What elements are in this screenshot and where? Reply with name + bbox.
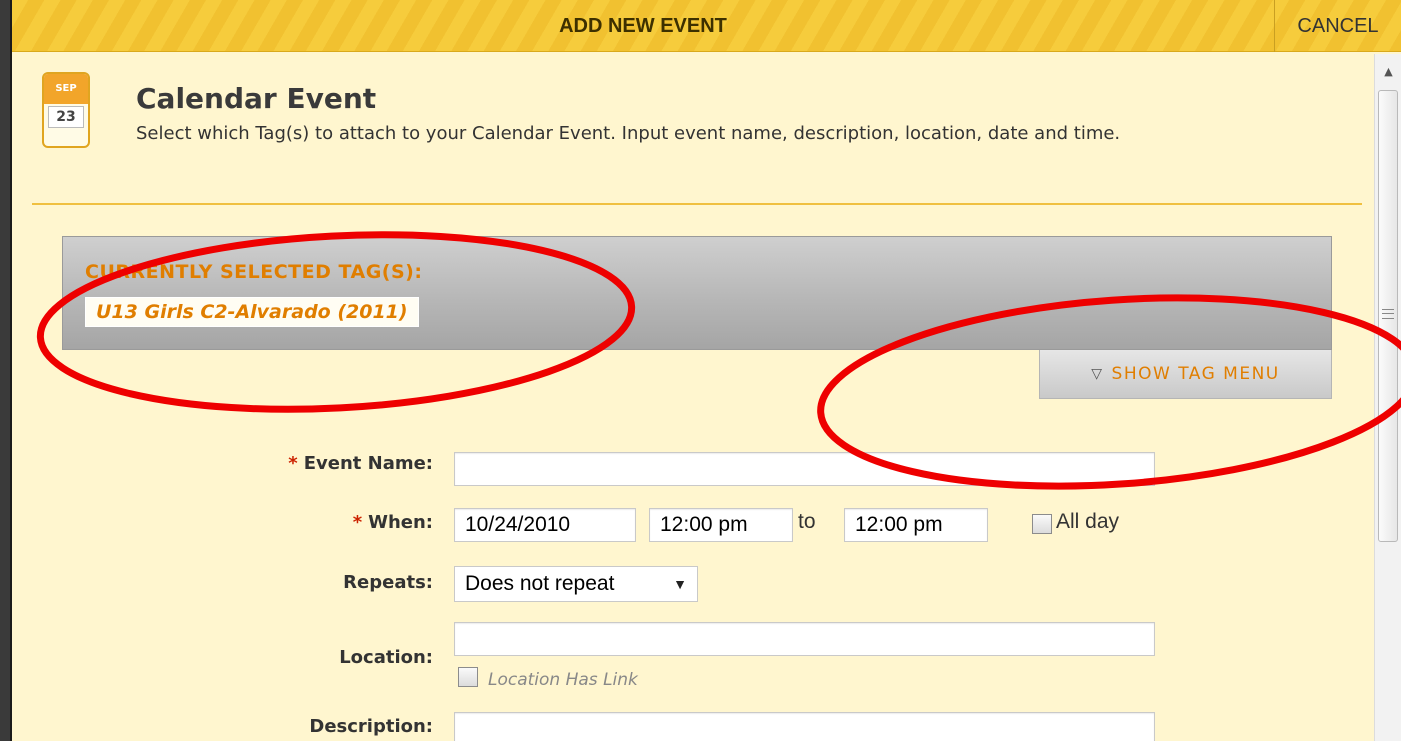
description-label: Description: [309,716,433,737]
when-label-row: * When: [12,512,433,542]
selected-tags-label: CURRENTLY SELECTED TAG(S): [85,261,423,283]
show-tag-menu-button[interactable]: ▽ SHOW TAG MENU [1039,350,1332,399]
all-day-checkbox[interactable] [1032,514,1052,534]
show-tag-menu-label: SHOW TAG MENU [1111,364,1280,384]
required-mark: * [288,453,298,474]
required-mark: * [352,512,363,533]
add-event-modal: ADD NEW EVENT CANCEL SEP 23 Calendar Eve… [12,0,1401,741]
location-label-row: Location: [12,647,433,677]
page: ADD NEW EVENT CANCEL SEP 23 Calendar Eve… [0,0,1401,741]
selected-tags-panel: CURRENTLY SELECTED TAG(S): U13 Girls C2-… [62,236,1332,350]
divider [32,203,1362,205]
event-name-input[interactable] [454,452,1155,486]
repeats-select[interactable]: Does not repeat ▼ [454,566,698,602]
scroll-grip-icon [1382,309,1394,319]
scroll-thumb[interactable] [1378,90,1398,542]
end-time-input[interactable]: 12:00 pm [844,508,988,542]
location-input[interactable] [454,622,1155,656]
to-label: to [798,510,816,533]
repeats-selected-value: Does not repeat [465,572,615,595]
location-label: Location: [339,647,433,668]
calendar-icon-month: SEP [44,74,88,104]
event-name-label: * Event Name: [288,453,433,474]
when-label: * When: [352,512,433,533]
repeats-label-row: Repeats: [12,572,433,602]
triangle-down-icon: ▽ [1091,366,1104,382]
repeats-label: Repeats: [343,572,433,593]
selected-tag-chip[interactable]: U13 Girls C2-Alvarado (2011) [85,297,419,327]
calendar-icon: SEP 23 [42,72,90,148]
background-window-edge [0,0,12,741]
section-description: Select which Tag(s) to attach to your Ca… [136,123,1121,144]
date-input[interactable]: 10/24/2010 [454,508,636,542]
description-input[interactable] [454,712,1155,741]
chevron-down-icon: ▼ [673,576,687,592]
description-label-row: Description: [12,716,433,741]
modal-scrollbar[interactable]: ▲ [1374,54,1401,741]
location-has-link-checkbox[interactable] [458,667,478,687]
cancel-button[interactable]: CANCEL [1274,0,1401,52]
calendar-icon-day: 23 [48,106,84,128]
start-time-input[interactable]: 12:00 pm [649,508,793,542]
modal-title: ADD NEW EVENT [559,14,727,37]
event-name-label-row: * Event Name: [12,453,433,483]
modal-header: ADD NEW EVENT CANCEL [12,0,1401,52]
location-has-link-label: Location Has Link [488,670,638,690]
scroll-up-arrow-icon[interactable]: ▲ [1375,54,1401,88]
section-title: Calendar Event [136,82,377,115]
all-day-label: All day [1056,510,1120,533]
